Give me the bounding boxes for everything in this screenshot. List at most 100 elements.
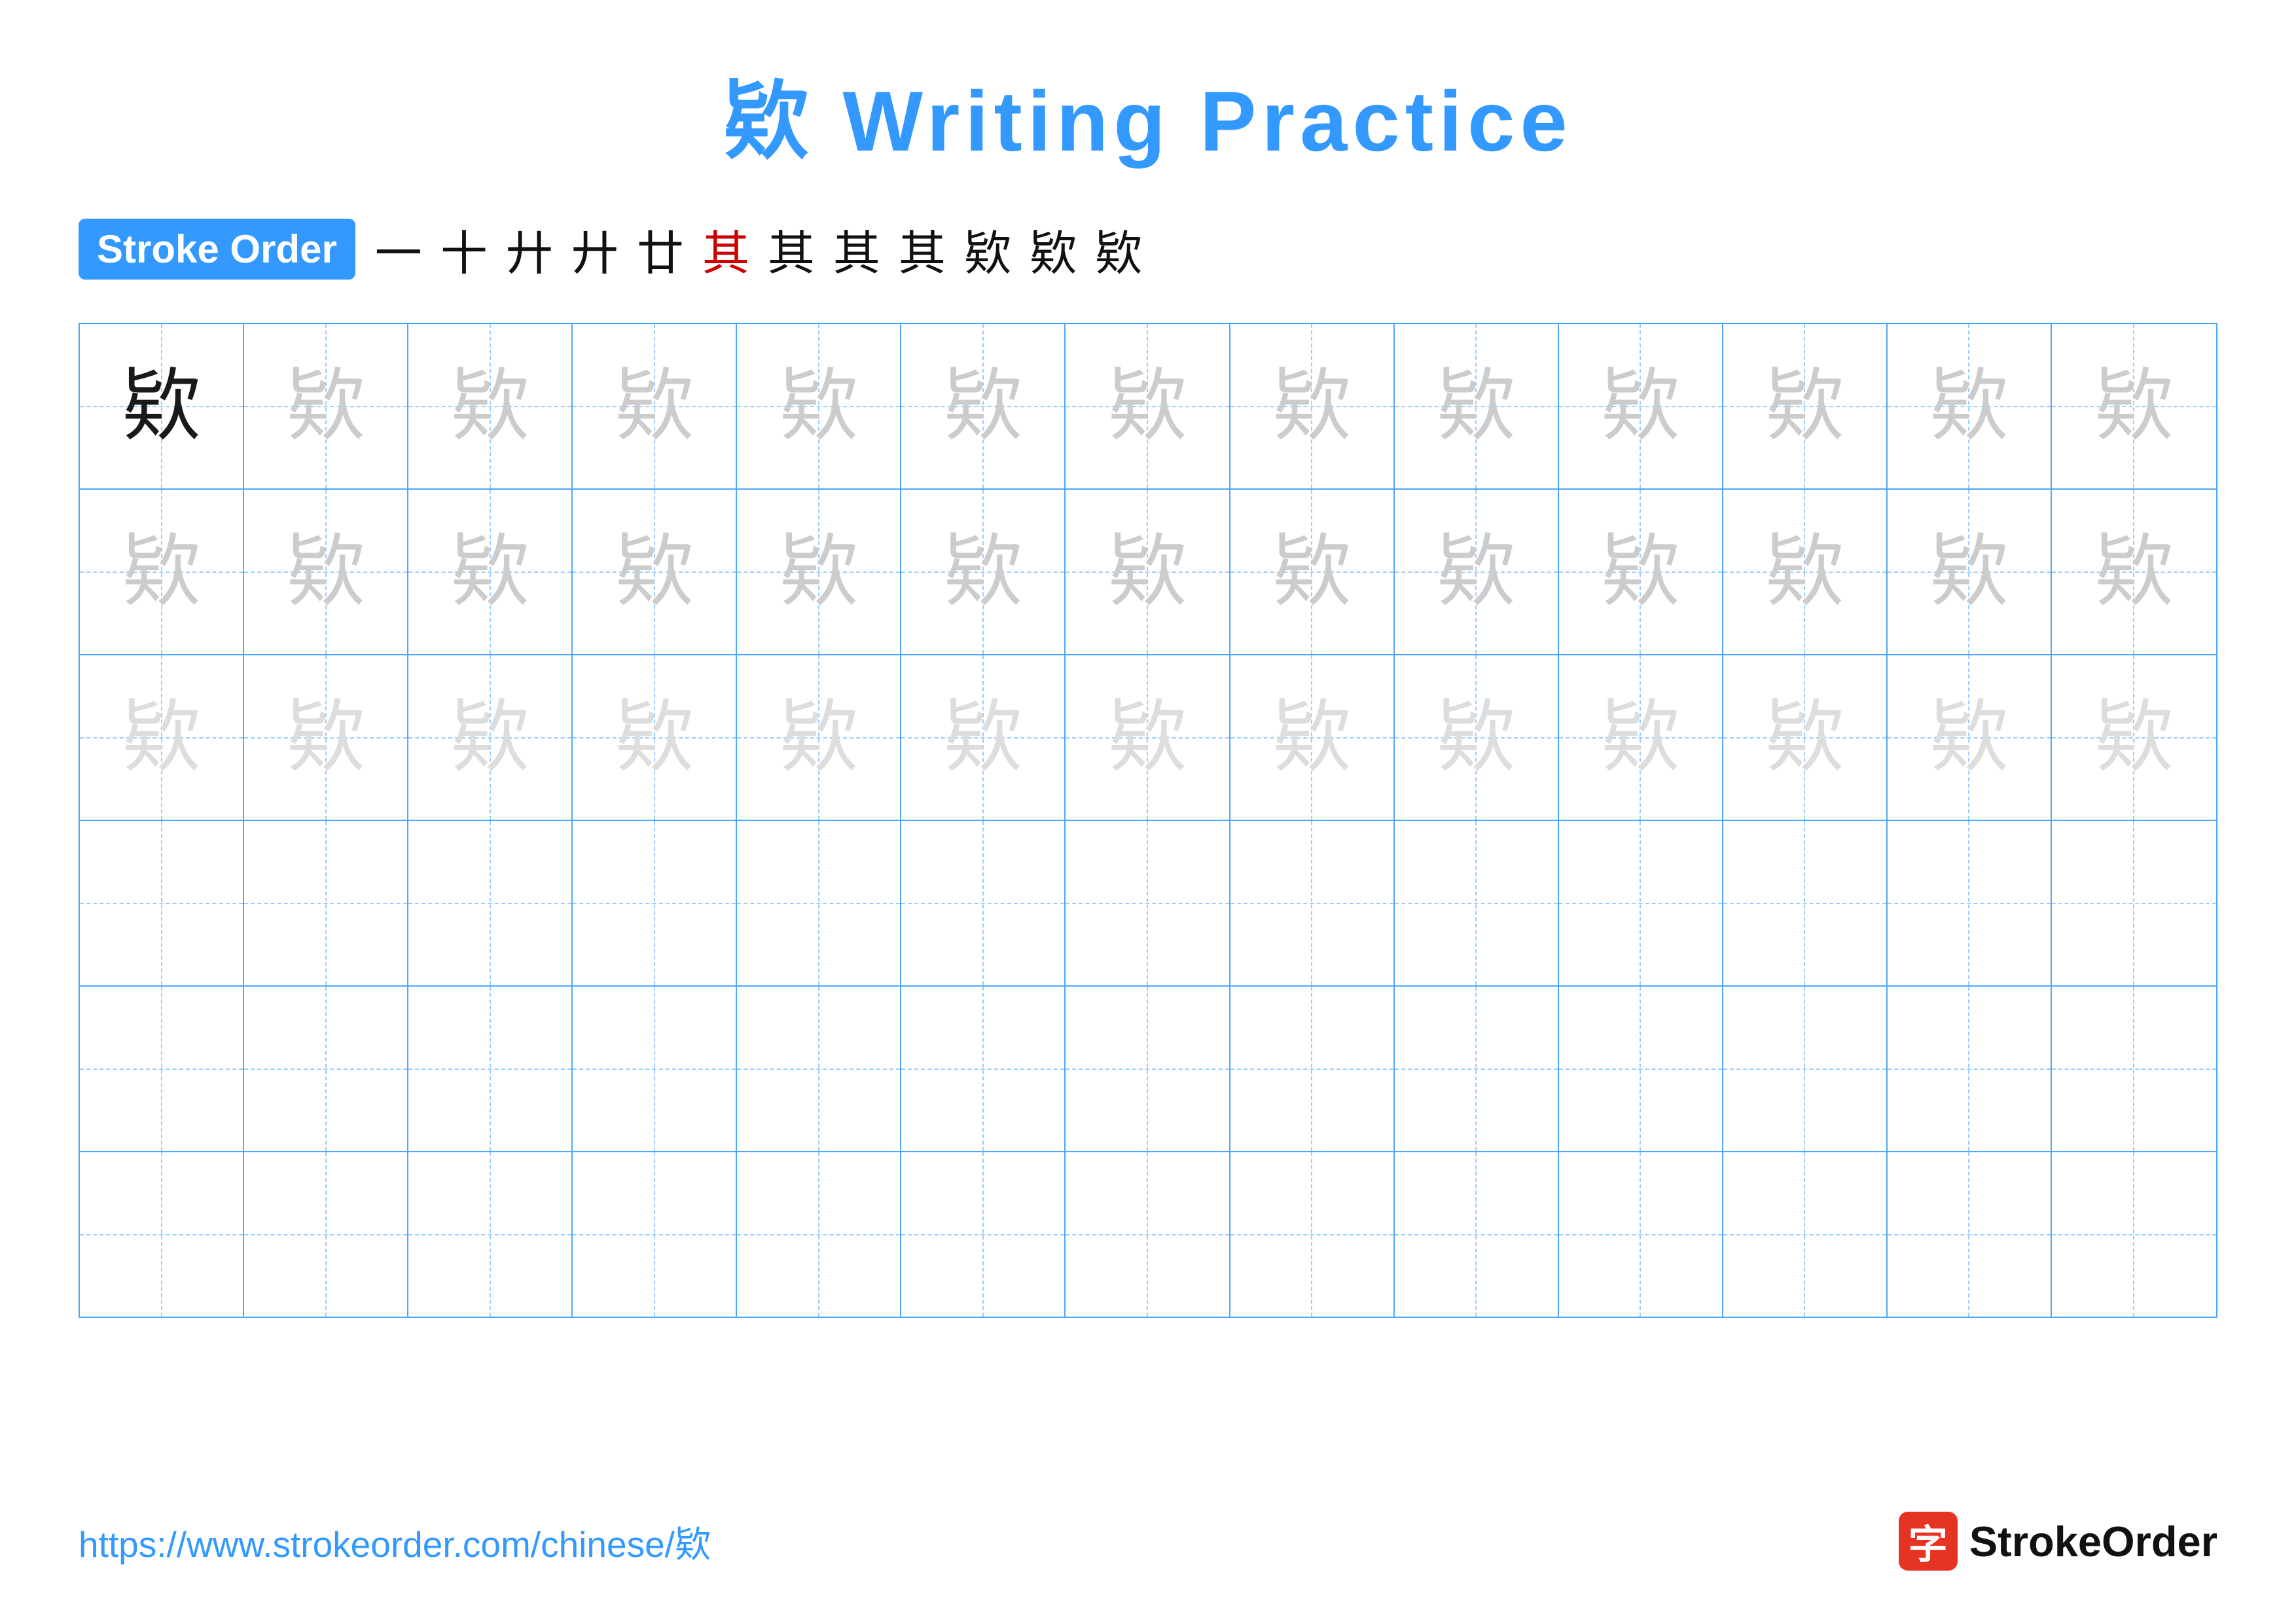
grid-cell: 欵 xyxy=(80,490,244,654)
practice-char: 欵 xyxy=(122,367,201,446)
stroke-step-9: 其 xyxy=(899,215,946,283)
stroke-order-row: Stroke Order 一 十 廾 廾 廿 其 其 其 其 欵 欵 欵 xyxy=(79,215,2217,283)
grid-cell[interactable] xyxy=(737,1152,901,1317)
practice-char: 欵 xyxy=(780,367,858,446)
practice-char: 欵 xyxy=(1929,699,2008,777)
grid-cell: 欵 xyxy=(737,655,901,820)
grid-cell: 欵 xyxy=(737,324,901,488)
grid-cell[interactable] xyxy=(1066,1152,1230,1317)
grid-cell: 欵 xyxy=(901,655,1066,820)
practice-char: 欵 xyxy=(1765,367,1844,446)
grid-cell[interactable] xyxy=(80,987,244,1151)
grid-cell[interactable] xyxy=(1888,821,2052,985)
grid-cell: 欵 xyxy=(1230,655,1395,820)
grid-cell[interactable] xyxy=(1723,987,1888,1151)
practice-char: 欵 xyxy=(1437,367,1515,446)
stroke-step-8: 其 xyxy=(833,215,880,283)
grid-cell: 欵 xyxy=(1888,655,2052,820)
footer: https://www.strokeorder.com/chinese/欵 字 … xyxy=(79,1512,2217,1571)
footer-logo: 字 StrokeOrder xyxy=(1899,1512,2217,1571)
stroke-step-4: 廾 xyxy=(571,215,619,283)
grid-cell: 欵 xyxy=(1888,490,2052,654)
grid-cell[interactable] xyxy=(1559,1152,1723,1317)
grid-cell[interactable] xyxy=(1230,987,1395,1151)
logo-icon: 字 xyxy=(1899,1512,1958,1571)
practice-char: 欵 xyxy=(451,367,529,446)
grid-cell[interactable] xyxy=(244,987,408,1151)
practice-char: 欵 xyxy=(287,367,365,446)
grid-cell: 欵 xyxy=(1723,324,1888,488)
grid-cell[interactable] xyxy=(901,987,1066,1151)
grid-cell[interactable] xyxy=(1395,1152,1559,1317)
practice-char: 欵 xyxy=(1437,699,1515,777)
practice-char: 欵 xyxy=(615,533,694,611)
grid-cell[interactable] xyxy=(901,1152,1066,1317)
grid-cell[interactable] xyxy=(1723,821,1888,985)
grid-cell[interactable] xyxy=(80,821,244,985)
grid-cell: 欵 xyxy=(408,490,573,654)
grid-cell: 欵 xyxy=(80,324,244,488)
stroke-step-6: 其 xyxy=(702,215,749,283)
practice-char: 欵 xyxy=(1601,367,1679,446)
practice-char: 欵 xyxy=(1765,533,1844,611)
grid-cell[interactable] xyxy=(1559,987,1723,1151)
grid-cell: 欵 xyxy=(1559,490,1723,654)
grid-cell[interactable] xyxy=(573,987,737,1151)
grid-cell[interactable] xyxy=(1066,987,1230,1151)
grid-cell: 欵 xyxy=(1559,324,1723,488)
title-char: 欵 xyxy=(723,73,814,169)
grid-row-6 xyxy=(80,1152,2216,1317)
practice-char: 欵 xyxy=(615,699,694,777)
practice-char: 欵 xyxy=(944,699,1022,777)
grid-cell[interactable] xyxy=(2052,821,2216,985)
stroke-step-11: 欵 xyxy=(1030,215,1077,283)
grid-row-3: 欵 欵 欵 欵 欵 欵 欵 欵 欵 xyxy=(80,655,2216,821)
grid-cell[interactable] xyxy=(1723,1152,1888,1317)
practice-char: 欵 xyxy=(1765,699,1844,777)
grid-cell[interactable] xyxy=(1888,1152,2052,1317)
practice-char: 欵 xyxy=(615,367,694,446)
practice-char: 欵 xyxy=(1272,367,1351,446)
grid-cell: 欵 xyxy=(1395,655,1559,820)
practice-char: 欵 xyxy=(1272,533,1351,611)
grid-cell[interactable] xyxy=(1888,987,2052,1151)
grid-cell[interactable] xyxy=(1230,821,1395,985)
grid-cell[interactable] xyxy=(1559,821,1723,985)
stroke-step-3: 廾 xyxy=(506,215,553,283)
grid-cell: 欵 xyxy=(901,324,1066,488)
grid-cell[interactable] xyxy=(2052,987,2216,1151)
practice-char: 欵 xyxy=(1601,699,1679,777)
grid-cell: 欵 xyxy=(408,324,573,488)
page: 欵 Writing Practice Stroke Order 一 十 廾 廾 … xyxy=(0,0,2296,1623)
grid-cell: 欵 xyxy=(737,490,901,654)
grid-cell: 欵 xyxy=(573,490,737,654)
grid-cell[interactable] xyxy=(2052,1152,2216,1317)
practice-char: 欵 xyxy=(1272,699,1351,777)
grid-cell[interactable] xyxy=(408,1152,573,1317)
grid-cell[interactable] xyxy=(408,987,573,1151)
practice-char: 欵 xyxy=(1108,367,1187,446)
grid-cell[interactable] xyxy=(408,821,573,985)
practice-char: 欵 xyxy=(944,367,1022,446)
practice-char: 欵 xyxy=(287,533,365,611)
grid-cell: 欵 xyxy=(244,655,408,820)
grid-cell[interactable] xyxy=(573,821,737,985)
grid-row-4 xyxy=(80,821,2216,987)
grid-cell[interactable] xyxy=(1395,821,1559,985)
practice-char: 欵 xyxy=(1601,533,1679,611)
grid-cell[interactable] xyxy=(737,821,901,985)
grid-cell[interactable] xyxy=(1066,821,1230,985)
grid-cell: 欵 xyxy=(1559,655,1723,820)
grid-cell[interactable] xyxy=(244,821,408,985)
grid-cell[interactable] xyxy=(737,987,901,1151)
grid-cell: 欵 xyxy=(1066,324,1230,488)
practice-char: 欵 xyxy=(287,699,365,777)
grid-cell[interactable] xyxy=(80,1152,244,1317)
grid-cell[interactable] xyxy=(573,1152,737,1317)
grid-cell[interactable] xyxy=(1230,1152,1395,1317)
grid-cell[interactable] xyxy=(244,1152,408,1317)
grid-cell[interactable] xyxy=(901,821,1066,985)
grid-cell: 欵 xyxy=(244,324,408,488)
grid-cell: 欵 xyxy=(244,490,408,654)
grid-cell[interactable] xyxy=(1395,987,1559,1151)
